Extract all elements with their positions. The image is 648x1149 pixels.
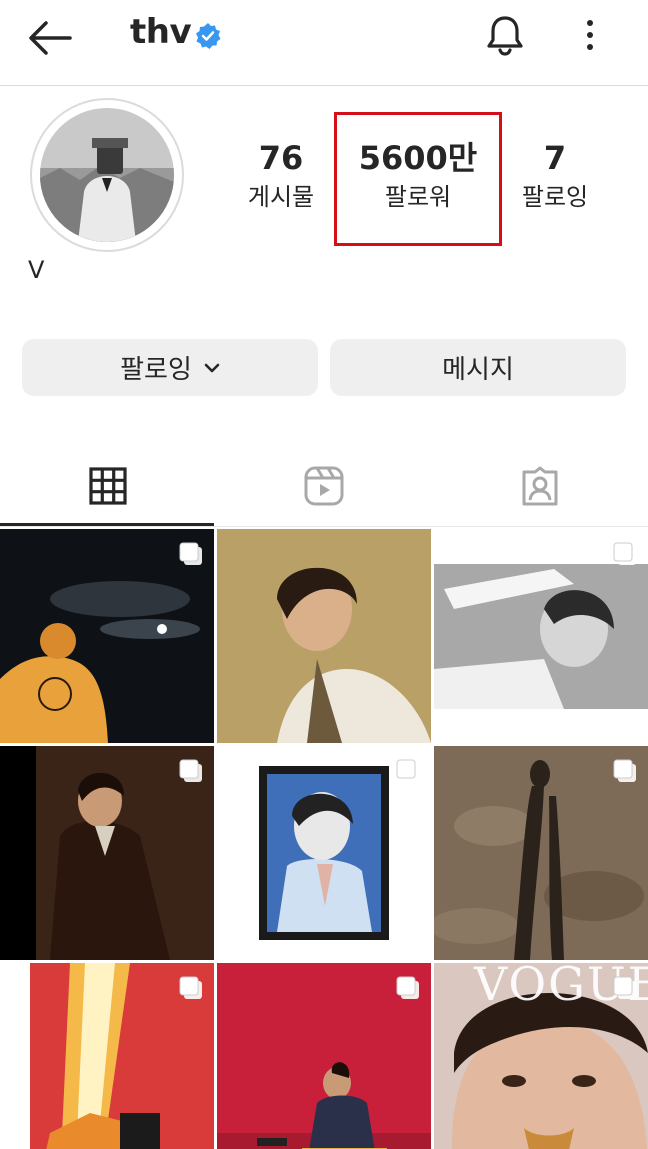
- multiple-photos-icon: [613, 542, 636, 565]
- following-label: 팔로잉: [521, 183, 589, 211]
- multiple-photos-icon: [179, 759, 202, 782]
- verified-badge-icon: [196, 23, 221, 49]
- bell-icon[interactable]: [482, 12, 528, 58]
- top-bar: thv: [0, 0, 648, 86]
- grid-icon: [89, 467, 127, 505]
- posts-label: 게시물: [247, 183, 315, 211]
- tab-tagged[interactable]: [432, 446, 648, 526]
- tab-posts-grid[interactable]: [0, 446, 216, 526]
- message-button[interactable]: 메시지: [330, 339, 626, 396]
- multiple-photos-icon: [613, 976, 636, 999]
- post-brown-suit[interactable]: [0, 746, 214, 960]
- tab-reels[interactable]: [216, 446, 432, 526]
- following-count: 7: [543, 139, 567, 177]
- post-night-sky[interactable]: [0, 529, 214, 743]
- profile-avatar[interactable]: [30, 98, 184, 252]
- post-shadow-sand[interactable]: [434, 746, 648, 960]
- following-button[interactable]: 팔로잉: [22, 339, 318, 396]
- posts-count: 76: [258, 139, 304, 177]
- post-portrait-scarf[interactable]: [217, 529, 431, 743]
- post-painting[interactable]: [217, 746, 431, 960]
- stat-posts[interactable]: 76 게시물: [236, 136, 326, 214]
- more-vertical-icon[interactable]: [578, 16, 602, 56]
- multiple-photos-icon: [179, 542, 202, 565]
- profile-username: thv: [130, 12, 192, 52]
- multiple-photos-icon: [179, 976, 202, 999]
- tagged-icon: [522, 466, 558, 506]
- followers-highlight-box: [334, 112, 502, 246]
- post-red-chair[interactable]: [217, 963, 431, 1149]
- multiple-photos-icon: [613, 759, 636, 782]
- chevron-down-icon: [204, 363, 220, 372]
- tab-divider: [0, 526, 648, 527]
- profile-display-name: V: [28, 256, 45, 284]
- stat-following[interactable]: 7 팔로잉: [510, 136, 600, 214]
- post-red-light[interactable]: [0, 963, 214, 1149]
- multiple-photos-icon: [396, 759, 419, 782]
- arrow-left-icon[interactable]: [26, 18, 74, 58]
- reels-icon: [304, 466, 344, 506]
- avatar-photo: [40, 108, 174, 242]
- message-button-label: 메시지: [442, 355, 514, 385]
- multiple-photos-icon: [396, 976, 419, 999]
- following-button-label: 팔로잉: [120, 355, 192, 385]
- post-bw-hat[interactable]: [434, 529, 648, 743]
- post-vogue[interactable]: VOGUE: [434, 963, 648, 1149]
